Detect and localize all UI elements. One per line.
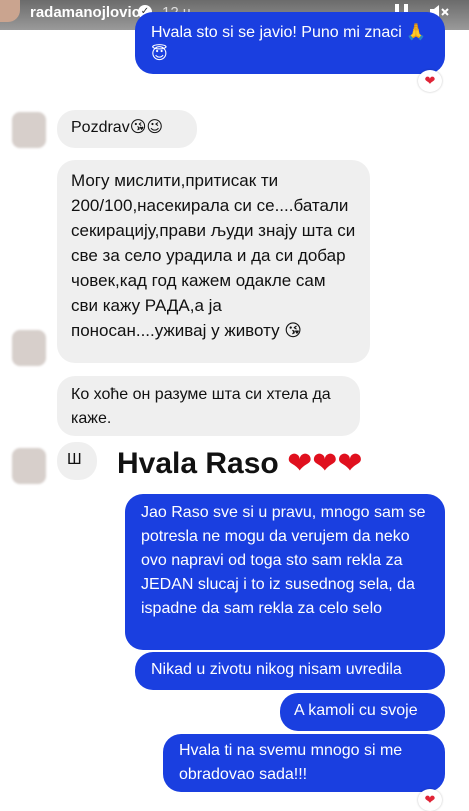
story-text-overlay: Hvala Raso ❤❤❤ <box>117 446 363 481</box>
message-outgoing: Jao Raso sve si u pravu, mnogo sam se po… <box>125 494 445 650</box>
message-text: A kamoli cu svoje <box>294 702 418 719</box>
hearts-icon: ❤❤❤ <box>287 447 363 480</box>
message-text: Могу мислити,притисак ти 200/100,насекир… <box>71 171 356 340</box>
overlay-text: Hvala Raso <box>117 447 279 480</box>
username[interactable]: radamanojlovic <box>30 4 140 21</box>
message-text: Nikad u zivotu nikog nisam uvredila <box>151 661 402 678</box>
message-incoming: Могу мислити,притисак ти 200/100,насекир… <box>57 160 370 363</box>
message-outgoing: Hvala sto si se javio! Puno mi znaci 🙏😇 <box>135 12 445 74</box>
reaction-heart-icon[interactable]: ❤ <box>418 70 442 92</box>
message-text: Ш <box>67 451 82 468</box>
message-text: Ко хоће он разуме шта си хтела да каже. <box>71 386 331 427</box>
message-text: Pozdrav😘😉 <box>71 119 164 136</box>
message-outgoing: Hvala ti na svemu mnogo si me obradovao … <box>163 734 445 792</box>
message-text: Hvala ti na svemu mnogo si me obradovao … <box>179 742 403 783</box>
message-text: Jao Raso sve si u pravu, mnogo sam se po… <box>141 504 426 617</box>
message-outgoing: Nikad u zivotu nikog nisam uvredila <box>135 652 445 690</box>
profile-avatar[interactable] <box>0 0 20 22</box>
message-incoming: Pozdrav😘😉 <box>57 110 197 148</box>
sender-avatar <box>12 112 46 148</box>
message-incoming: Ко хоће он разуме шта си хтела да каже. <box>57 376 360 436</box>
message-text: Hvala sto si se javio! Puno mi znaci 🙏😇 <box>151 24 427 63</box>
message-outgoing: A kamoli cu svoje <box>280 693 445 731</box>
reaction-heart-icon[interactable]: ❤ <box>418 789 442 811</box>
sender-avatar <box>12 330 46 366</box>
message-incoming: Ш <box>57 442 97 480</box>
sender-avatar <box>12 448 46 484</box>
